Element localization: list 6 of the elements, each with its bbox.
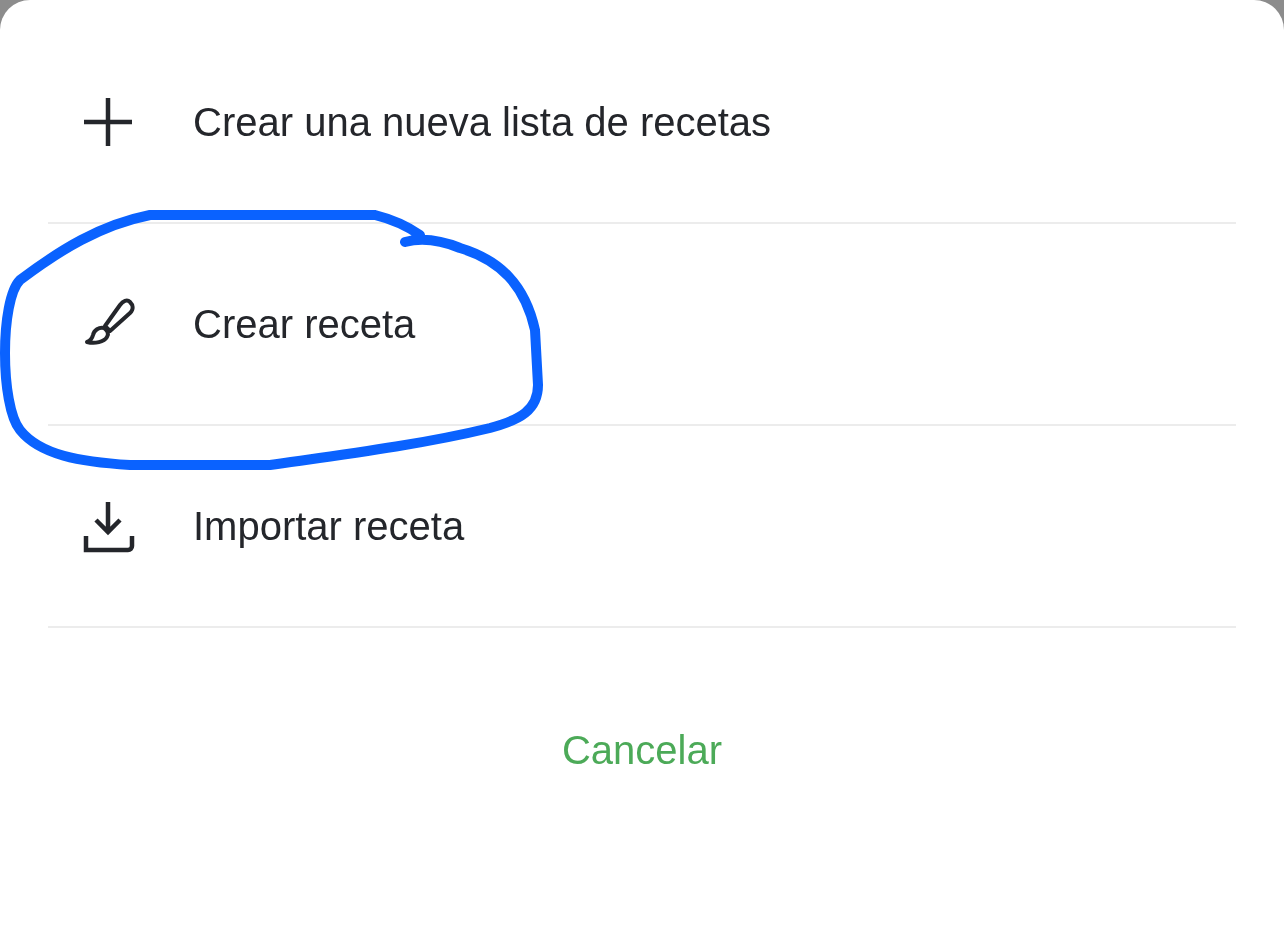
menu-item[interactable]: Crear una nueva lista de recetas (48, 22, 1236, 224)
menu-item-label: Crear una nueva lista de recetas (193, 99, 772, 145)
menu-item[interactable]: Crear receta (48, 224, 1236, 426)
menu-item-label: Crear receta (193, 301, 416, 347)
menu-item[interactable]: Importar receta (48, 426, 1236, 628)
menu-item-label: Importar receta (193, 503, 465, 549)
